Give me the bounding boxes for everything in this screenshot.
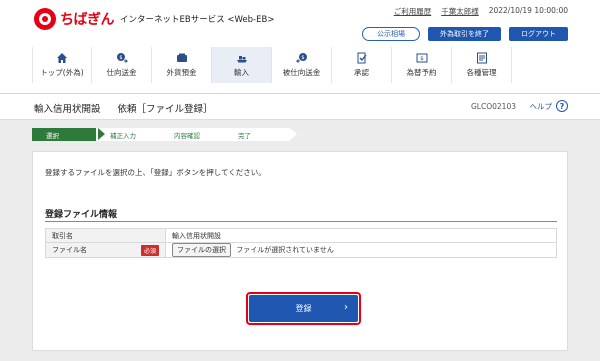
- nav-item-top[interactable]: トップ(外為): [32, 47, 92, 83]
- section-title: 登録ファイル情報: [45, 210, 118, 220]
- approval-icon: [357, 52, 367, 64]
- register-button[interactable]: 登録 ›: [249, 295, 358, 322]
- nav-item-management[interactable]: 各種管理: [452, 47, 512, 83]
- nav-item-incoming-remittance[interactable]: $ 被仕向送金: [272, 47, 332, 83]
- nav-item-label: 為替予約: [406, 68, 437, 77]
- public-rate-button[interactable]: 公示相場: [362, 27, 420, 41]
- nav-item-label: 輸入: [234, 68, 249, 77]
- exchange-icon: $: [416, 53, 427, 63]
- table-row: ファイル名 必須 ファイルの選択 ファイルが選択されていません: [45, 242, 557, 258]
- table-row: 取引名 輸入信用状開設: [45, 228, 557, 243]
- end-forex-button[interactable]: 外為取引を終了: [428, 27, 501, 41]
- import-icon: [236, 56, 247, 63]
- nav-item-remittance[interactable]: $ 仕向送金: [92, 47, 152, 83]
- main-panel: 登録するファイルを選択の上、「登録」ボタンを押してください。 登録ファイル情報 …: [32, 151, 568, 351]
- home-icon: [57, 53, 67, 63]
- required-badge: 必須: [140, 244, 159, 256]
- service-name: インターネットEBサービス <Web-EB>: [120, 15, 275, 25]
- section-divider: [45, 221, 557, 222]
- step-confirm: 内容確認: [160, 128, 233, 141]
- title-bar: 輸入信用状開設 依頼［ファイル登録］ GLCO02103 ヘルプ ?: [0, 94, 600, 120]
- row-value: 輸入信用状開設: [165, 228, 557, 243]
- row-label: ファイル名: [52, 245, 87, 254]
- page-title-sub: 依頼［ファイル登録］: [117, 104, 213, 115]
- datetime: 2022/10/19 10:00:00: [488, 6, 568, 15]
- row-label: 取引名: [45, 228, 166, 243]
- nav-item-import[interactable]: 輸入: [212, 47, 272, 83]
- nav-item-label: 外貨預金: [166, 68, 197, 77]
- brand-logo[interactable]: ちばぎん インターネットEBサービス <Web-EB>: [34, 8, 274, 30]
- svg-text:$: $: [301, 55, 304, 61]
- user-name-link[interactable]: 千葉太郎様: [441, 6, 479, 17]
- file-select-button[interactable]: ファイルの選択: [172, 243, 231, 257]
- brand-name: ちばぎん: [60, 12, 115, 28]
- page-title: 輸入信用状開設 依頼［ファイル登録］: [34, 101, 227, 115]
- global-nav: トップ(外為) $ 仕向送金 外貨預金 輸入 $ 被仕向送金 承認 $ 為替予約…: [32, 47, 512, 83]
- screen-id: GLCO02103: [471, 102, 516, 111]
- help-link[interactable]: ヘルプ ?: [529, 100, 568, 112]
- step-correction: 補正入力: [96, 128, 169, 141]
- file-info-table: 取引名 輸入信用状開設 ファイル名 必須 ファイルの選択 ファイルが選択されてい…: [45, 228, 557, 258]
- nav-item-deposit[interactable]: 外貨預金: [152, 47, 212, 83]
- header-buttons: 公示相場 外為取引を終了 ログアウト: [362, 27, 568, 41]
- deposit-icon: [176, 53, 187, 62]
- step-complete: 完了: [224, 128, 297, 141]
- header: ちばぎん インターネットEBサービス <Web-EB> ご利用履歴 千葉太郎様 …: [0, 0, 600, 94]
- step-select: 選択: [32, 128, 105, 141]
- svg-text:$: $: [420, 56, 424, 62]
- nav-item-label: トップ(外為): [40, 68, 84, 77]
- nav-item-approval[interactable]: 承認: [332, 47, 392, 83]
- question-icon: ?: [556, 100, 568, 112]
- nav-item-label: 各種管理: [466, 68, 497, 77]
- row-label-cell: ファイル名 必須: [45, 242, 166, 258]
- nav-item-label: 仕向送金: [106, 68, 137, 77]
- usage-history-link[interactable]: ご利用履歴: [394, 6, 432, 17]
- nav-item-label: 被仕向送金: [282, 68, 321, 77]
- user-bar: ご利用履歴 千葉太郎様 2022/10/19 10:00:00: [394, 6, 568, 17]
- page-title-main: 輸入信用状開設: [34, 104, 101, 115]
- management-icon: [476, 52, 487, 64]
- bank-logo-icon: [34, 8, 56, 30]
- step-indicator: 選択 補正入力 内容確認 完了: [32, 128, 297, 141]
- instruction-text: 登録するファイルを選択の上、「登録」ボタンを押してください。: [45, 168, 266, 177]
- nav-item-exchange[interactable]: $ 為替予約: [392, 47, 452, 83]
- file-input-cell: ファイルの選択 ファイルが選択されていません: [165, 242, 557, 258]
- svg-text:$: $: [119, 55, 122, 61]
- logout-button[interactable]: ログアウト: [509, 27, 568, 41]
- register-label: 登録: [295, 304, 312, 313]
- nav-item-label: 承認: [354, 68, 369, 77]
- incoming-remittance-icon: $: [295, 53, 307, 63]
- help-label: ヘルプ: [529, 101, 553, 111]
- file-status: ファイルが選択されていません: [236, 246, 334, 254]
- remittance-icon: $: [116, 53, 128, 63]
- chevron-right-icon: ›: [344, 302, 348, 313]
